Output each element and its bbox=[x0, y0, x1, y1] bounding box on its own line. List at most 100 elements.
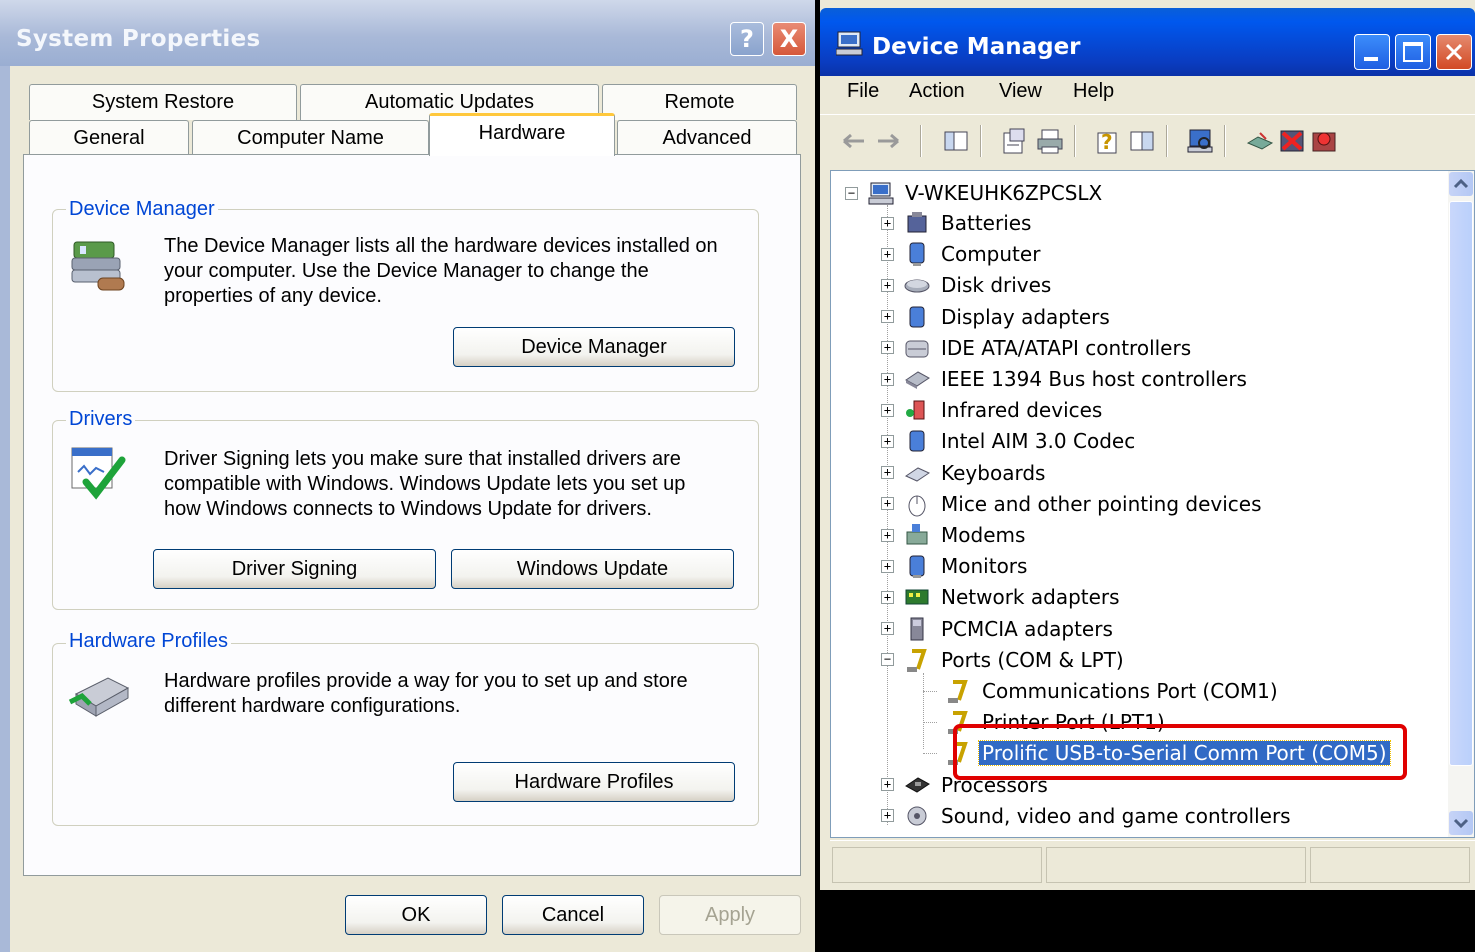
tab-remote[interactable]: Remote bbox=[602, 84, 797, 120]
expander-sound[interactable]: + bbox=[881, 809, 894, 823]
update-driver-icon[interactable] bbox=[1246, 127, 1274, 155]
uninstall-icon[interactable] bbox=[1278, 127, 1306, 155]
system-properties-titlebar[interactable]: System Properties ? X bbox=[0, 0, 815, 66]
codec-icon bbox=[909, 430, 925, 452]
expander-monitor[interactable]: + bbox=[881, 559, 894, 573]
tree-item-display-adapter[interactable]: + Display adapters bbox=[881, 302, 1113, 332]
menu-file[interactable]: File bbox=[847, 80, 879, 103]
tree-item-label: Intel AIM 3.0 Codec bbox=[941, 429, 1136, 454]
processor-icon bbox=[905, 777, 930, 793]
scan-hardware-changes-icon[interactable] bbox=[1186, 127, 1214, 155]
properties-icon[interactable] bbox=[1000, 127, 1028, 155]
device-manager-button[interactable]: Device Manager bbox=[453, 327, 735, 367]
computer-app-icon bbox=[836, 31, 863, 56]
back-arrow-icon[interactable] bbox=[840, 127, 868, 155]
battery-icon bbox=[907, 212, 927, 233]
print-icon[interactable] bbox=[1036, 127, 1064, 155]
tree-item-ieee1394[interactable]: + IEEE 1394 Bus host controllers bbox=[881, 364, 1250, 394]
expander-computer[interactable]: + bbox=[881, 247, 894, 261]
display-adapter-icon bbox=[909, 306, 925, 328]
expander-processor[interactable]: + bbox=[881, 778, 894, 792]
window-title: Device Manager bbox=[872, 34, 1081, 60]
tree-item-label: IDE ATA/ATAPI controllers bbox=[941, 335, 1192, 360]
svg-text:?: ? bbox=[1101, 130, 1113, 154]
menu-action[interactable]: Action bbox=[909, 80, 965, 103]
expander-pcmcia[interactable]: + bbox=[881, 622, 894, 636]
tree-item-pcmcia[interactable]: + PCMCIA adapters bbox=[881, 614, 1116, 644]
tree-item-disk-drive[interactable]: + Disk drives bbox=[881, 270, 1054, 300]
expander-network-adapter[interactable]: + bbox=[881, 590, 894, 604]
tree-item-keyboard[interactable]: + Keyboards bbox=[881, 458, 1048, 488]
computer-icon bbox=[909, 242, 925, 267]
show-hide-action-pane-icon[interactable] bbox=[1128, 127, 1156, 155]
hardware-profiles-icon bbox=[68, 677, 130, 717]
tree-connector bbox=[923, 721, 937, 723]
tab-hardware[interactable]: Hardware bbox=[429, 113, 615, 156]
tree-item-infrared[interactable]: + Infrared devices bbox=[881, 395, 1105, 425]
expander-modem[interactable]: + bbox=[881, 528, 894, 542]
tree-item-modem[interactable]: + Modems bbox=[881, 520, 1028, 550]
ok-button[interactable]: OK bbox=[345, 895, 487, 935]
tree-item-label: Monitors bbox=[941, 554, 1028, 579]
tree-item-ide-controller[interactable]: + IDE ATA/ATAPI controllers bbox=[881, 333, 1194, 363]
close-button[interactable] bbox=[1436, 34, 1472, 70]
tree-item-port[interactable]: − Ports (COM & LPT) bbox=[881, 645, 1127, 675]
tree-item-label: Network adapters bbox=[941, 585, 1120, 610]
highlight-annotation-box bbox=[953, 724, 1407, 780]
tree-item-mouse[interactable]: + Mice and other pointing devices bbox=[881, 489, 1265, 519]
scroll-up-button[interactable] bbox=[1449, 172, 1473, 196]
tree-connector bbox=[923, 752, 937, 754]
tree-item-battery[interactable]: + Batteries bbox=[881, 208, 1034, 238]
device-manager-icon bbox=[71, 241, 125, 291]
scroll-thumb[interactable] bbox=[1449, 201, 1473, 766]
expander-display-adapter[interactable]: + bbox=[881, 310, 894, 324]
close-button[interactable]: X bbox=[772, 22, 806, 56]
driver-signing-button[interactable]: Driver Signing bbox=[153, 549, 436, 589]
tab-system-restore[interactable]: System Restore bbox=[29, 84, 297, 120]
tree-item-computer[interactable]: + Computer bbox=[881, 239, 1043, 269]
expander-keyboard[interactable]: + bbox=[881, 466, 894, 480]
sound-icon bbox=[907, 806, 927, 826]
port-icon bbox=[907, 648, 927, 672]
tab-general[interactable]: General bbox=[29, 120, 189, 155]
tree-item-label: Keyboards bbox=[941, 460, 1046, 485]
apply-button[interactable]: Apply bbox=[659, 895, 801, 935]
tab-advanced[interactable]: Advanced bbox=[617, 120, 797, 155]
help-button[interactable]: ? bbox=[730, 22, 764, 56]
maximize-button[interactable] bbox=[1395, 34, 1431, 70]
tree-item-codec[interactable]: + Intel AIM 3.0 Codec bbox=[881, 426, 1138, 456]
menu-help[interactable]: Help bbox=[1073, 80, 1114, 103]
tree-item-port-1[interactable]: Communications Port (COM1) bbox=[923, 676, 1281, 706]
device-manager-titlebar[interactable]: Device Manager bbox=[820, 8, 1475, 76]
show-hide-console-tree-icon[interactable] bbox=[942, 127, 970, 155]
expander-ide-controller[interactable]: + bbox=[881, 341, 894, 355]
disable-device-icon[interactable] bbox=[1310, 127, 1338, 155]
expander-ieee1394[interactable]: + bbox=[881, 372, 894, 386]
minimize-button[interactable] bbox=[1354, 34, 1390, 70]
network-adapter-icon bbox=[905, 589, 929, 605]
tree-root[interactable]: − V-WKEUHK6ZPCSLX bbox=[845, 178, 1105, 208]
status-pane-2 bbox=[1046, 847, 1306, 883]
hardware-profiles-button[interactable]: Hardware Profiles bbox=[453, 762, 735, 802]
cancel-button[interactable]: Cancel bbox=[502, 895, 644, 935]
windows-update-button[interactable]: Windows Update bbox=[451, 549, 734, 589]
vertical-scrollbar[interactable] bbox=[1448, 171, 1474, 837]
expander-infrared[interactable]: + bbox=[881, 403, 894, 417]
pcmcia-icon bbox=[910, 617, 924, 641]
forward-arrow-icon[interactable] bbox=[874, 127, 902, 155]
tree-item-network-adapter[interactable]: + Network adapters bbox=[881, 582, 1123, 612]
scroll-down-button[interactable] bbox=[1449, 811, 1473, 835]
expander-mouse[interactable]: + bbox=[881, 497, 894, 511]
expander-battery[interactable]: + bbox=[881, 216, 894, 230]
tab-computer-name[interactable]: Computer Name bbox=[192, 120, 429, 155]
help-icon[interactable]: ? bbox=[1094, 127, 1122, 155]
menu-view[interactable]: View bbox=[999, 80, 1042, 103]
tree-item-monitor[interactable]: + Monitors bbox=[881, 551, 1030, 581]
status-bar bbox=[830, 840, 1475, 888]
tree-item-label: Computer bbox=[941, 242, 1041, 267]
collapse-expander[interactable]: − bbox=[845, 186, 858, 200]
expander-disk-drive[interactable]: + bbox=[881, 278, 894, 292]
tree-item-sound[interactable]: + Sound, video and game controllers bbox=[881, 801, 1294, 831]
expander-codec[interactable]: + bbox=[881, 434, 894, 448]
expander-port[interactable]: − bbox=[881, 653, 894, 667]
